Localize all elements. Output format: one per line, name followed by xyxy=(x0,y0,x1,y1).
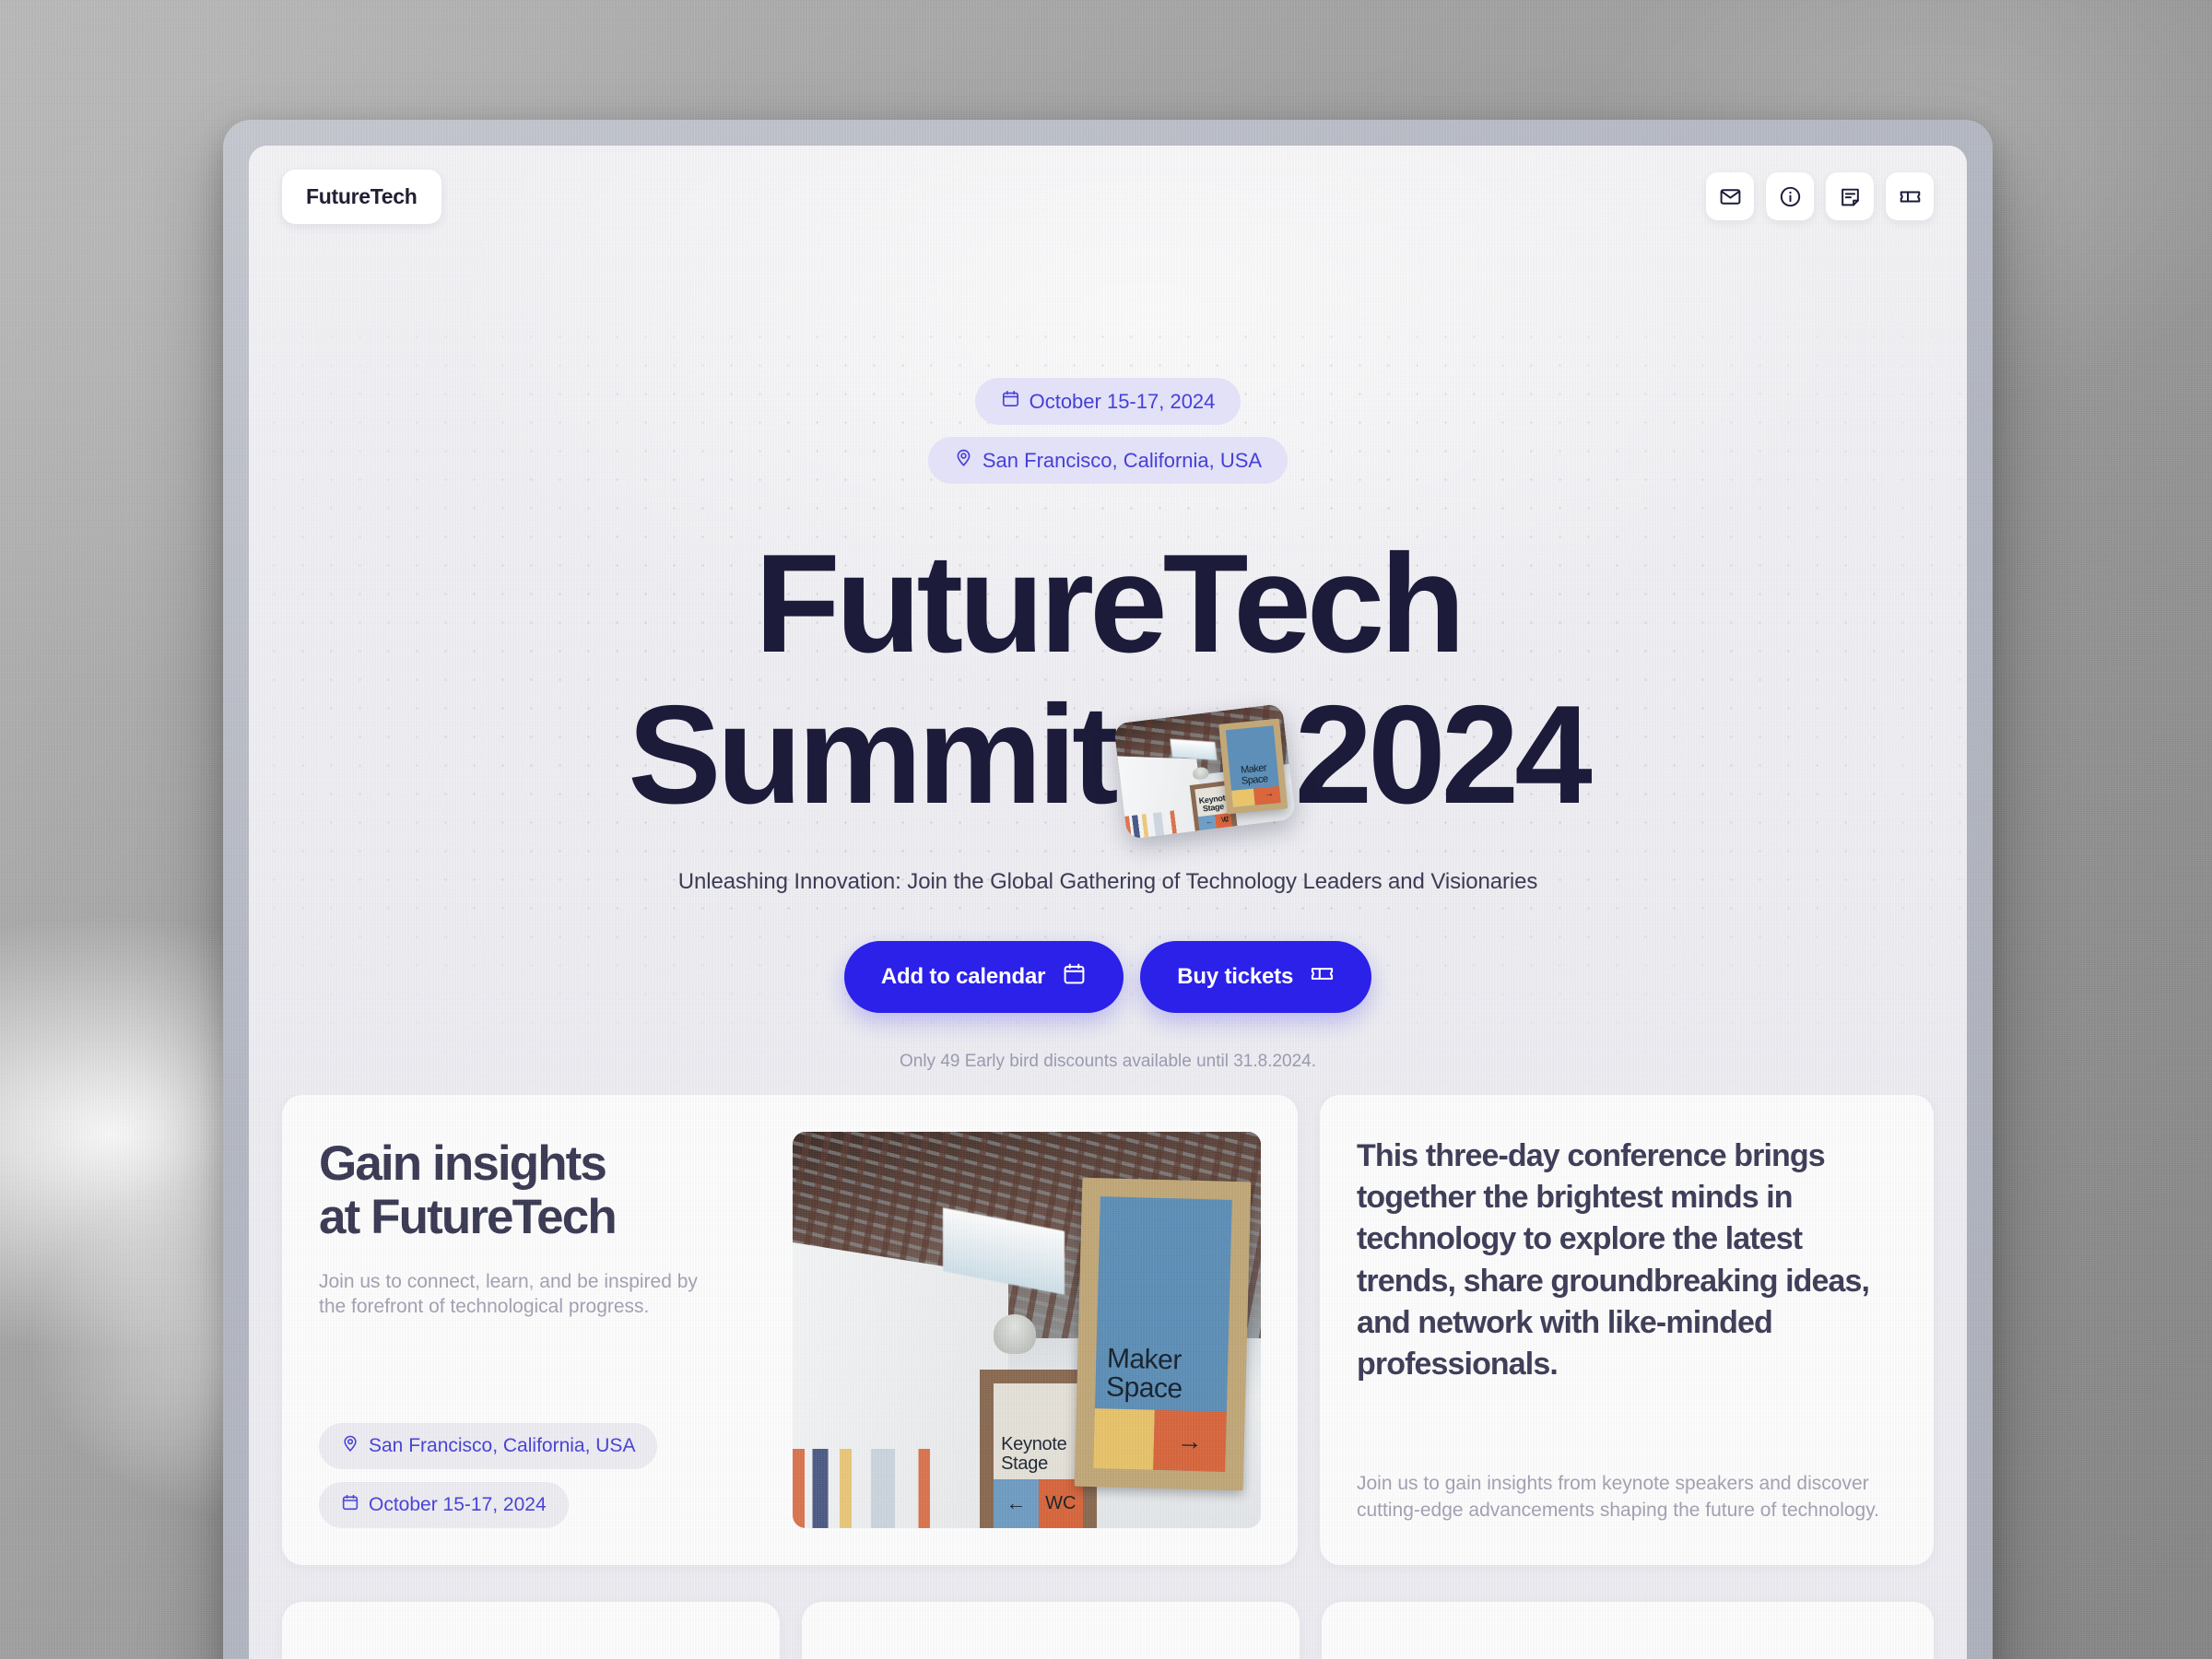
photo-keynote-line-1: Keynote xyxy=(1001,1433,1067,1454)
device-frame: FutureTech October 15-17, 2024 San Franc… xyxy=(223,120,1993,1659)
hero-section: FutureTech October 15-17, 2024 San Franc… xyxy=(249,146,1967,1095)
mail-button[interactable] xyxy=(1706,172,1754,220)
hero-badge-date[interactable]: October 15-17, 2024 xyxy=(974,378,1241,425)
photo-arrow-right: → xyxy=(1176,1425,1204,1455)
hero-badge-date-label: October 15-17, 2024 xyxy=(1029,389,1216,413)
mail-icon xyxy=(1719,185,1742,208)
photo-keynote-line-2: Stage xyxy=(1202,801,1225,814)
gain-insights-paragraph: Join us to connect, learn, and be inspir… xyxy=(319,1270,698,1318)
venue-photo-illustration: Keynote Stage ← WC Maker Space → xyxy=(1112,703,1296,840)
photo-arrow-left: ← xyxy=(1197,814,1216,831)
hero-title-summit: Summit xyxy=(628,677,1118,834)
photo-maker-line-2: Space xyxy=(1241,772,1268,787)
photo-maker-bottom: → xyxy=(1093,1407,1227,1472)
buy-tickets-button[interactable]: Buy tickets xyxy=(1140,941,1372,1014)
venue-photo-illustration-large: Keynote Stage ← WC Maker Space → xyxy=(793,1132,1261,1528)
hero-title-line-2: Summit Keynote Stage ← WC Maker Space → … xyxy=(249,677,1967,840)
device-screen: FutureTech October 15-17, 2024 San Franc… xyxy=(249,146,1967,1659)
hero-subtitle: Unleashing Innovation: Join the Global G… xyxy=(677,869,1538,895)
content-section: Gain insights at FutureTech Join us to c… xyxy=(249,1095,1967,1659)
photo-maker-line-1: Maker xyxy=(1106,1343,1182,1376)
calendar-icon xyxy=(341,1493,359,1517)
ticket-icon xyxy=(1310,961,1335,993)
venue-photo: Keynote Stage ← WC Maker Space → xyxy=(793,1132,1261,1528)
buy-tickets-label: Buy tickets xyxy=(1177,964,1294,990)
gain-insights-heading: Gain insights at FutureTech xyxy=(319,1136,761,1245)
about-conference-card: This three-day conference brings togethe… xyxy=(1320,1095,1934,1565)
gain-insights-heading-line-1: Gain insights xyxy=(319,1136,607,1191)
secondary-card-1[interactable] xyxy=(282,1602,780,1659)
photo-wc-label: WC xyxy=(1038,1478,1083,1528)
photo-keynote-bottom: ← WC xyxy=(1197,812,1232,831)
about-paragraph: Join us to gain insights from keynote sp… xyxy=(1357,1473,1879,1522)
secondary-card-2[interactable] xyxy=(802,1602,1300,1659)
gain-insights-text: Gain insights at FutureTech Join us to c… xyxy=(319,1132,761,1528)
photo-maker-sign-face: Maker Space → xyxy=(1226,725,1281,807)
note-button[interactable] xyxy=(1826,172,1874,220)
photo-orange-block: → xyxy=(1153,1409,1227,1472)
photo-yellow-block xyxy=(1093,1407,1155,1470)
calendar-icon xyxy=(1001,389,1020,414)
desktop-backdrop: FutureTech October 15-17, 2024 San Franc… xyxy=(0,0,2212,1659)
photo-maker-label: Maker Space xyxy=(1095,1343,1228,1412)
photo-lamp xyxy=(1192,766,1209,781)
primary-cards-row: Gain insights at FutureTech Join us to c… xyxy=(282,1095,1934,1565)
about-lead-text: This three-day conference brings togethe… xyxy=(1357,1138,1870,1382)
calendar-icon xyxy=(1062,961,1087,993)
photo-keynote-line-2: Stage xyxy=(1001,1453,1048,1474)
info-icon xyxy=(1779,185,1802,208)
topbar-icon-nav xyxy=(1706,172,1934,220)
ticket-icon xyxy=(1899,185,1922,208)
photo-lamp xyxy=(994,1313,1037,1354)
secondary-cards-row xyxy=(282,1602,1934,1659)
photo-maker-sign-face: Maker Space → xyxy=(1093,1196,1232,1472)
hero-cta-row: Add to calendar Buy tickets xyxy=(249,941,1967,1014)
photo-orange-block: → xyxy=(1253,785,1281,806)
photo-wc-label: WC xyxy=(1214,812,1232,829)
hero-title-line-1: FutureTech xyxy=(754,525,1465,682)
note-icon xyxy=(1839,185,1862,208)
gain-insights-badges: San Francisco, California, USA October 1… xyxy=(319,1423,761,1528)
photo-maker-line-2: Space xyxy=(1105,1371,1183,1405)
secondary-card-3[interactable] xyxy=(1322,1602,1934,1659)
info-button[interactable] xyxy=(1766,172,1814,220)
card-badge-date-label: October 15-17, 2024 xyxy=(369,1494,547,1515)
photo-arrow-left: ← xyxy=(994,1478,1039,1528)
location-pin-icon xyxy=(341,1434,359,1458)
add-to-calendar-button[interactable]: Add to calendar xyxy=(843,941,1124,1014)
add-to-calendar-label: Add to calendar xyxy=(880,964,1046,990)
card-badge-location[interactable]: San Francisco, California, USA xyxy=(319,1423,658,1469)
top-bar: FutureTech xyxy=(249,146,1967,247)
photo-posters xyxy=(793,1449,990,1528)
photo-keynote-label: Keynote Stage xyxy=(994,1433,1083,1479)
photo-arrow-right: → xyxy=(1264,789,1270,800)
card-badge-location-label: San Francisco, California, USA xyxy=(369,1435,636,1456)
photo-keynote-sign-face: Keynote Stage ← WC xyxy=(994,1383,1083,1528)
photo-yellow-block xyxy=(1231,788,1255,807)
photo-keynote-bottom: ← WC xyxy=(994,1478,1083,1528)
hero-title-year: 2024 xyxy=(1294,677,1593,834)
hero-badge-location[interactable]: San Francisco, California, USA xyxy=(927,437,1288,484)
photo-maker-bottom: → xyxy=(1231,785,1281,807)
hero-title: FutureTech Summit Keynote Stage ← WC Mak… xyxy=(249,525,1967,840)
location-pin-icon xyxy=(954,448,973,473)
hero-badge-location-label: San Francisco, California, USA xyxy=(982,448,1263,472)
hero-availability-note: Only 49 Early bird discounts available u… xyxy=(899,1052,1317,1072)
ticket-button[interactable] xyxy=(1886,172,1934,220)
photo-skylight xyxy=(1169,738,1217,760)
hero-inline-photo: Keynote Stage ← WC Maker Space → xyxy=(1112,703,1296,840)
photo-maker-sign: Maker Space → xyxy=(1074,1177,1252,1491)
card-badge-date[interactable]: October 15-17, 2024 xyxy=(319,1482,569,1528)
brand-logo[interactable]: FutureTech xyxy=(282,169,441,224)
gain-insights-heading-line-2: at FutureTech xyxy=(319,1190,618,1245)
photo-maker-sign: Maker Space → xyxy=(1218,718,1288,815)
gain-insights-card: Gain insights at FutureTech Join us to c… xyxy=(282,1095,1298,1565)
